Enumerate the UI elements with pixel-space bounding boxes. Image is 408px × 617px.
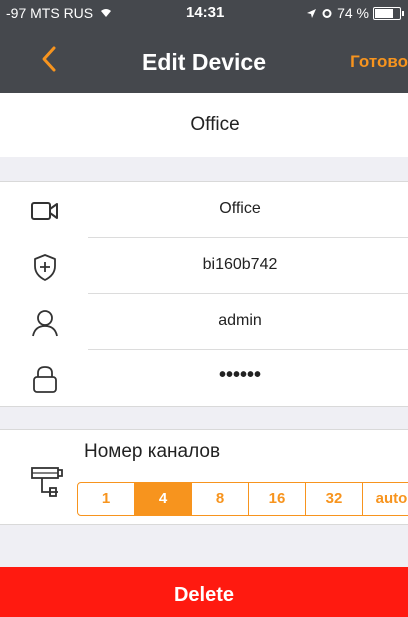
- edit-device-screen: -97 MTS RUS 14:31 74 % Edit Device Готов…: [0, 0, 408, 617]
- camera-name-row[interactable]: Office: [0, 182, 408, 238]
- page-title: Edit Device: [142, 49, 266, 75]
- username-value[interactable]: admin: [90, 312, 390, 330]
- camera-icon: [31, 202, 58, 220]
- password-value[interactable]: ••••••: [90, 364, 390, 387]
- device-name-field[interactable]: Office: [0, 114, 408, 136]
- channels-section: Номер каналов 1 4 8 16 32 auto: [0, 429, 408, 525]
- channel-option-selected[interactable]: 4: [135, 483, 192, 515]
- battery-icon: [373, 6, 401, 20]
- channel-selector: 1 4 8 16 32 auto: [77, 482, 408, 516]
- channel-option[interactable]: auto: [363, 483, 408, 515]
- carrier-label: -97 MTS RUS: [6, 5, 112, 21]
- channel-option[interactable]: 8: [192, 483, 249, 515]
- password-row[interactable]: ••••••: [0, 350, 408, 406]
- lock-icon: [33, 366, 57, 393]
- channels-label: Номер каналов: [84, 441, 221, 462]
- navigation-bar: Edit Device Готово: [0, 27, 408, 93]
- battery-percent: 74 %: [337, 5, 369, 21]
- device-id-value[interactable]: bi160b742: [90, 256, 390, 274]
- channel-option[interactable]: 16: [249, 483, 306, 515]
- carrier-text: -97 MTS RUS: [6, 5, 94, 21]
- wifi-icon: [101, 9, 112, 17]
- location-arrow-icon: [307, 8, 317, 18]
- cctv-camera-icon: [31, 467, 63, 497]
- battery-fill: [375, 8, 393, 18]
- user-icon: [32, 310, 58, 337]
- device-info-block: Office bi160b742 admin ••••••: [0, 181, 408, 407]
- battery-tip: [402, 10, 404, 16]
- status-bar: -97 MTS RUS 14:31 74 %: [0, 0, 408, 27]
- done-button[interactable]: Готово: [350, 52, 408, 72]
- channel-option[interactable]: 32: [306, 483, 363, 515]
- delete-button[interactable]: Delete: [0, 567, 408, 617]
- clock: 14:31: [186, 4, 225, 21]
- channel-option[interactable]: 1: [78, 483, 135, 515]
- shield-plus-icon: [34, 254, 56, 281]
- status-indicators: 74 %: [306, 5, 404, 21]
- camera-name-value[interactable]: Office: [90, 200, 390, 218]
- device-id-row[interactable]: bi160b742: [0, 238, 408, 294]
- alarm-icon: [322, 9, 332, 18]
- device-name-row[interactable]: Office: [0, 93, 408, 157]
- username-row[interactable]: admin: [0, 294, 408, 350]
